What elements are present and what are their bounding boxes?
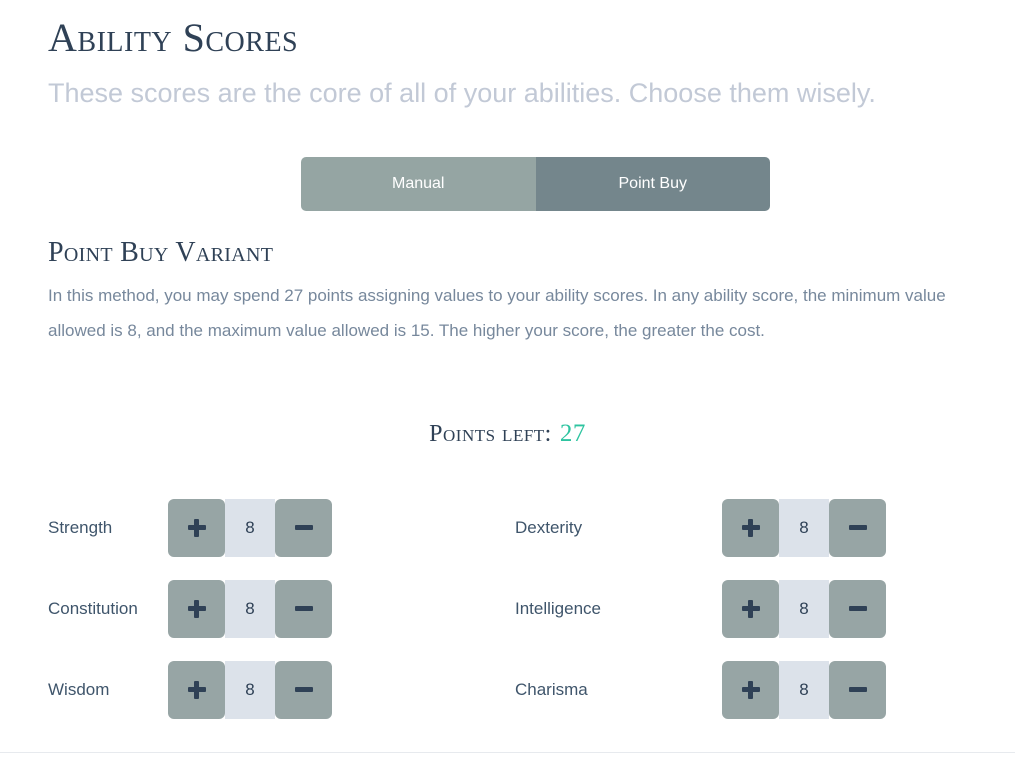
section-description: In this method, you may spend 27 points … [48,286,946,340]
ability-constitution: Constitution 8 [0,579,507,638]
plus-icon [741,599,760,618]
ability-label-intelligence: Intelligence [515,598,602,618]
increase-charisma-button[interactable] [722,660,779,719]
stepper-strength: 8 [168,498,332,557]
ability-strength: Strength 8 [0,498,507,557]
decrease-charisma-button[interactable] [829,660,886,719]
plus-icon [187,599,206,618]
ability-label-charisma: Charisma [515,679,588,699]
decrease-constitution-button[interactable] [275,579,332,638]
increase-strength-button[interactable] [168,498,225,557]
method-tab-group: Manual Point Buy [301,157,770,211]
decrease-wisdom-button[interactable] [275,660,332,719]
points-left-value: 27 [559,420,586,447]
tab-point-buy[interactable]: Point Buy [535,157,770,211]
value-constitution: 8 [225,579,275,638]
plus-icon [741,680,760,699]
points-left-label: Points left: [429,421,552,447]
minus-icon [294,681,313,699]
minus-icon [848,600,867,618]
plus-icon [187,680,206,699]
decrease-intelligence-button[interactable] [829,579,886,638]
value-charisma: 8 [779,660,829,719]
ability-label-strength: Strength [48,517,113,537]
tab-manual[interactable]: Manual [301,157,536,211]
value-strength: 8 [225,498,275,557]
plus-icon [187,518,206,537]
increase-wisdom-button[interactable] [168,660,225,719]
stepper-intelligence: 8 [722,579,886,638]
minus-icon [848,519,867,537]
minus-icon [294,600,313,618]
ability-scores-page: Ability Scores These scores are the core… [0,0,1015,763]
ability-grid: Strength 8 Dexterity 8 Constitution 8 In… [0,487,1015,730]
plus-icon [741,518,760,537]
ability-row: Constitution 8 Intelligence 8 [0,568,1015,649]
points-left: Points left: 27 [0,420,1015,448]
value-intelligence: 8 [779,579,829,638]
stepper-dexterity: 8 [722,498,886,557]
minus-icon [294,519,313,537]
ability-row: Strength 8 Dexterity 8 [0,487,1015,568]
stepper-constitution: 8 [168,579,332,638]
ability-label-dexterity: Dexterity [515,517,583,537]
page-subtitle: These scores are the core of all of your… [48,78,876,108]
value-dexterity: 8 [779,498,829,557]
ability-label-wisdom: Wisdom [48,679,110,699]
ability-row: Wisdom 8 Charisma 8 [0,649,1015,730]
ability-intelligence: Intelligence 8 [507,579,1015,638]
stepper-charisma: 8 [722,660,886,719]
increase-constitution-button[interactable] [168,579,225,638]
ability-wisdom: Wisdom 8 [0,660,507,719]
decrease-dexterity-button[interactable] [829,498,886,557]
value-wisdom: 8 [225,660,275,719]
section-title: Point Buy Variant [48,237,274,268]
ability-label-constitution: Constitution [48,598,138,618]
increase-intelligence-button[interactable] [722,579,779,638]
ability-charisma: Charisma 8 [507,660,1015,719]
ability-dexterity: Dexterity 8 [507,498,1015,557]
stepper-wisdom: 8 [168,660,332,719]
page-title: Ability Scores [48,15,299,60]
minus-icon [848,681,867,699]
bottom-divider [0,752,1015,753]
increase-dexterity-button[interactable] [722,498,779,557]
decrease-strength-button[interactable] [275,498,332,557]
